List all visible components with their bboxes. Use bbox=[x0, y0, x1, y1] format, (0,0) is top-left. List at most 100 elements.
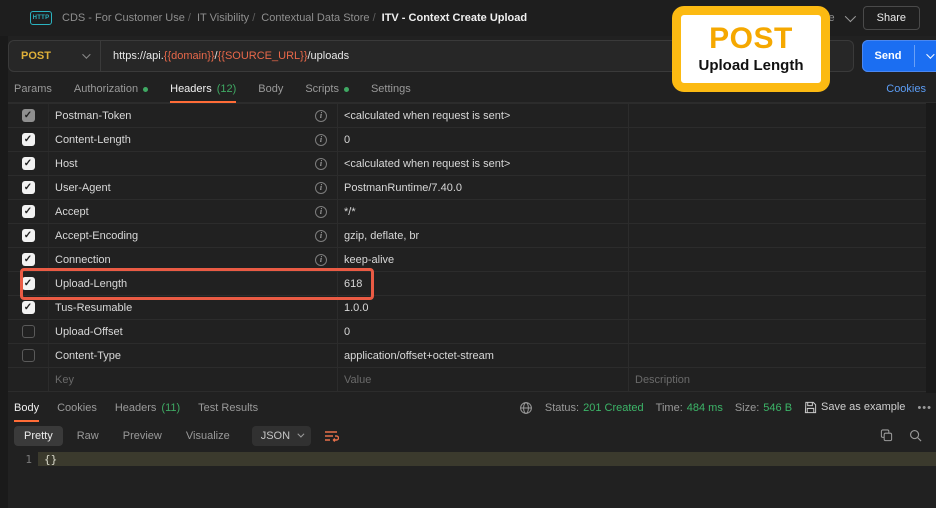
header-checkbox[interactable]: ✓ bbox=[21, 349, 35, 362]
modified-dot-icon bbox=[143, 86, 149, 92]
header-row: ✓ User-Agent i PostmanRuntime/7.40.0 bbox=[8, 176, 926, 200]
response-body-editor[interactable]: 1 {} bbox=[0, 448, 936, 508]
send-chevron-icon bbox=[926, 50, 935, 59]
header-value[interactable]: <calculated when request is sent> bbox=[344, 110, 510, 122]
header-value[interactable]: gzip, deflate, br bbox=[344, 230, 419, 242]
info-icon[interactable]: i bbox=[315, 229, 327, 242]
network-icon[interactable] bbox=[519, 401, 533, 415]
search-icon[interactable] bbox=[909, 429, 922, 442]
save-as-example-button[interactable]: Save as example bbox=[804, 401, 905, 414]
tab-test-results[interactable]: Test Results bbox=[198, 394, 258, 421]
header-checkbox[interactable]: ✓ bbox=[21, 157, 35, 170]
header-key[interactable]: Accept-Encoding bbox=[55, 230, 138, 242]
header-description[interactable] bbox=[628, 176, 926, 199]
view-tab-raw[interactable]: Raw bbox=[67, 426, 109, 446]
response-body-content[interactable]: {} bbox=[44, 453, 57, 466]
header-value[interactable]: PostmanRuntime/7.40.0 bbox=[344, 182, 462, 194]
header-description[interactable] bbox=[628, 224, 926, 247]
tab-authorization[interactable]: Authorization bbox=[74, 76, 149, 102]
tab-params[interactable]: Params bbox=[14, 76, 52, 102]
breadcrumb-item[interactable]: Contextual Data Store bbox=[261, 12, 369, 24]
info-icon[interactable]: i bbox=[315, 181, 327, 194]
save-as-example-label: Save as example bbox=[821, 401, 906, 413]
header-checkbox[interactable]: ✓ bbox=[21, 181, 35, 194]
header-checkbox[interactable]: ✓ bbox=[21, 229, 35, 242]
header-value[interactable]: 1.0.0 bbox=[344, 302, 368, 314]
tab-settings[interactable]: Settings bbox=[371, 76, 411, 102]
header-checkbox[interactable]: ✓ bbox=[21, 277, 35, 290]
header-key[interactable]: Accept bbox=[55, 206, 89, 218]
header-checkbox[interactable]: ✓ bbox=[21, 325, 35, 338]
header-description[interactable] bbox=[628, 296, 926, 319]
header-description[interactable] bbox=[628, 104, 926, 127]
header-key[interactable]: Upload-Offset bbox=[55, 326, 123, 338]
save-options-chevron-icon[interactable] bbox=[844, 10, 856, 23]
header-checkbox[interactable]: ✓ bbox=[21, 301, 35, 314]
info-icon[interactable]: i bbox=[315, 133, 327, 146]
tab-scripts[interactable]: Scripts bbox=[305, 76, 349, 102]
header-value[interactable]: keep-alive bbox=[344, 254, 394, 266]
more-options-icon[interactable]: ••• bbox=[917, 402, 932, 414]
tab-headers[interactable]: Headers (11) bbox=[115, 394, 180, 421]
header-key[interactable]: Content-Length bbox=[55, 134, 131, 146]
header-description[interactable]: Description bbox=[628, 368, 926, 391]
tab-cookies[interactable]: Cookies bbox=[57, 394, 97, 421]
header-key[interactable]: Host bbox=[55, 158, 78, 170]
url-input[interactable]: https://api.{{domain}}/{{SOURCE_URL}}/up… bbox=[101, 50, 349, 62]
wrap-lines-icon[interactable] bbox=[323, 429, 340, 443]
header-key[interactable]: Postman-Token bbox=[55, 110, 131, 122]
header-key[interactable]: Content-Type bbox=[55, 350, 121, 362]
header-checkbox[interactable]: ✓ bbox=[21, 109, 35, 122]
breadcrumb-current: ITV - Context Create Upload bbox=[381, 12, 528, 24]
breadcrumb-item[interactable]: IT Visibility bbox=[197, 12, 249, 24]
header-key[interactable]: User-Agent bbox=[55, 182, 111, 194]
header-description[interactable] bbox=[628, 320, 926, 343]
info-icon[interactable]: i bbox=[315, 253, 327, 266]
info-icon[interactable]: i bbox=[315, 157, 327, 170]
header-value[interactable]: application/offset+octet-stream bbox=[344, 350, 494, 362]
header-value[interactable]: */* bbox=[344, 206, 356, 218]
header-checkbox[interactable]: ✓ bbox=[21, 253, 35, 266]
header-description[interactable] bbox=[628, 200, 926, 223]
header-description[interactable] bbox=[628, 128, 926, 151]
send-options-button[interactable] bbox=[915, 40, 936, 72]
tab-body[interactable]: Body bbox=[14, 394, 40, 422]
info-icon[interactable]: i bbox=[315, 205, 327, 218]
method-dropdown[interactable]: POST bbox=[9, 41, 101, 71]
header-key[interactable]: Connection bbox=[55, 254, 111, 266]
view-tab-preview[interactable]: Preview bbox=[113, 426, 172, 446]
tab-headers[interactable]: Headers (12) bbox=[170, 76, 237, 103]
header-description[interactable] bbox=[628, 152, 926, 175]
breadcrumb-item[interactable]: CDS - For Customer Use bbox=[62, 12, 185, 24]
tab-body[interactable]: Body bbox=[258, 76, 283, 102]
http-request-icon: HTTP bbox=[30, 11, 52, 25]
language-dropdown[interactable]: JSON bbox=[251, 425, 312, 446]
table-scrollbar-track[interactable] bbox=[926, 103, 936, 393]
header-description[interactable] bbox=[628, 344, 926, 367]
header-description[interactable] bbox=[628, 272, 926, 295]
header-value[interactable]: 0 bbox=[344, 326, 350, 338]
header-value[interactable]: Value bbox=[344, 374, 371, 386]
line-number: 1 bbox=[25, 453, 32, 466]
response-meta: Status: 201 Created Time: 484 ms Size: 546 … bbox=[519, 401, 936, 415]
view-tab-visualize[interactable]: Visualize bbox=[176, 426, 240, 446]
header-value[interactable]: <calculated when request is sent> bbox=[344, 158, 510, 170]
send-label[interactable]: Send bbox=[862, 40, 914, 72]
header-key[interactable]: Key bbox=[55, 374, 74, 386]
header-checkbox[interactable]: ✓ bbox=[21, 205, 35, 218]
header-checkbox[interactable]: ✓ bbox=[21, 133, 35, 146]
url-text-segment: https://api. bbox=[113, 50, 164, 62]
header-row: ✓ Content-Type application/offset+octet-… bbox=[8, 344, 926, 368]
header-value[interactable]: 618 bbox=[344, 278, 362, 290]
breadcrumb-separator: / bbox=[252, 12, 256, 24]
view-tab-pretty[interactable]: Pretty bbox=[14, 425, 63, 446]
info-icon[interactable]: i bbox=[315, 109, 327, 122]
share-button[interactable]: Share bbox=[862, 6, 920, 30]
copy-icon[interactable] bbox=[880, 429, 893, 442]
cookies-link[interactable]: Cookies bbox=[886, 83, 926, 95]
header-description[interactable] bbox=[628, 248, 926, 271]
send-button[interactable]: Send bbox=[862, 40, 936, 72]
header-value[interactable]: 0 bbox=[344, 134, 350, 146]
header-key[interactable]: Tus-Resumable bbox=[55, 302, 132, 314]
header-key[interactable]: Upload-Length bbox=[55, 278, 127, 290]
